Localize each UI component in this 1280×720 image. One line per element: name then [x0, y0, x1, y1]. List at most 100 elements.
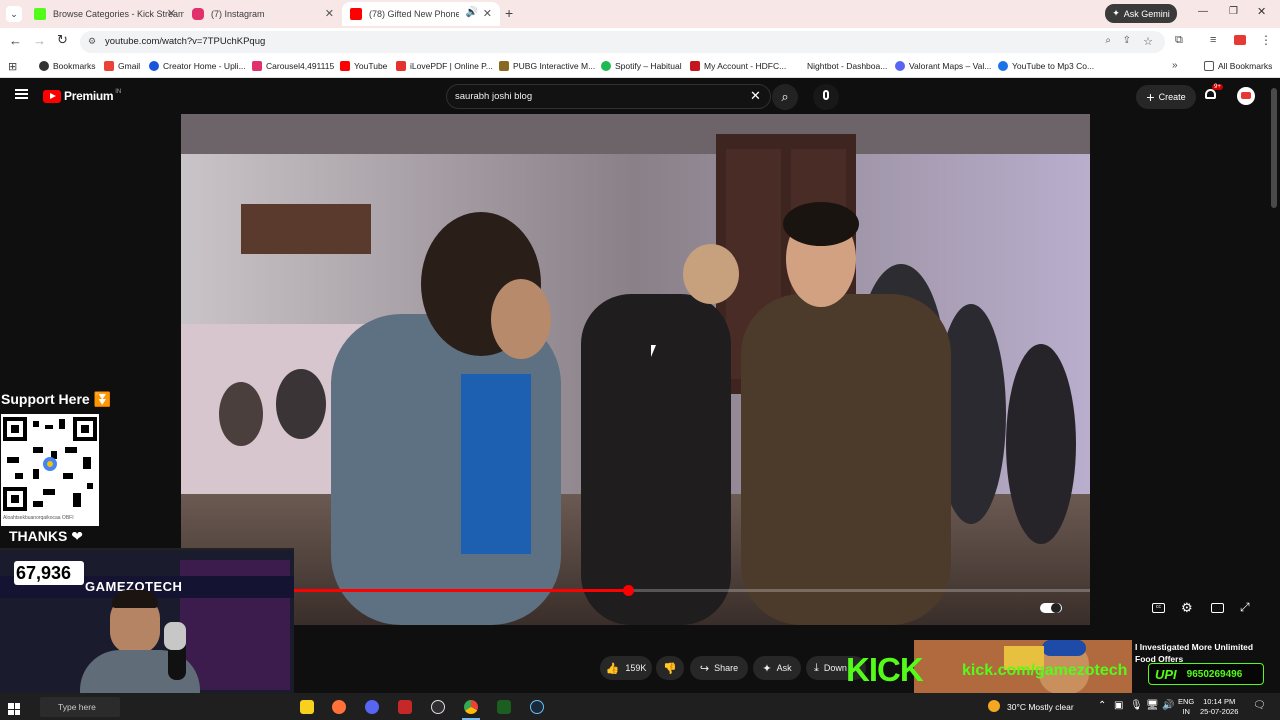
- firefox-icon[interactable]: [332, 700, 346, 714]
- like-button[interactable]: 👍 159K: [600, 656, 652, 680]
- youtube-header: Premium IN saurabh joshi blog ✕ ⌕ + Crea…: [0, 79, 1280, 115]
- window-close-button[interactable]: ✕: [1257, 5, 1266, 18]
- dislike-button[interactable]: 👎: [656, 656, 684, 680]
- all-bookmarks-folder[interactable]: All Bookmarks: [1204, 61, 1272, 71]
- url-text[interactable]: youtube.com/watch?v=7TPUchKPqug: [105, 36, 265, 47]
- bookmark-item[interactable]: Creator Home - Upli...: [149, 61, 246, 71]
- settings-gear-icon[interactable]: ⚙: [1181, 600, 1193, 616]
- network-icon[interactable]: 🖥: [1146, 700, 1159, 711]
- ask-button[interactable]: ✦ Ask: [753, 656, 801, 680]
- avatar[interactable]: [1237, 87, 1255, 105]
- folder-icon: [1204, 61, 1214, 71]
- weather-icon[interactable]: [988, 700, 1000, 712]
- volume-icon[interactable]: 🔊: [1162, 700, 1174, 711]
- tray-app-icon[interactable]: ▣: [1114, 700, 1123, 711]
- autoplay-toggle[interactable]: [1040, 603, 1062, 613]
- close-icon[interactable]: ✕: [325, 7, 334, 20]
- bookmark-star-icon[interactable]: ☆: [1143, 35, 1153, 48]
- bookmark-item[interactable]: iLovePDF | Online P...: [396, 61, 493, 71]
- minimize-button[interactable]: —: [1198, 6, 1208, 17]
- tray-mic-icon[interactable]: 🎙: [1130, 700, 1143, 711]
- create-button[interactable]: + Create: [1136, 85, 1196, 109]
- menu-icon[interactable]: ⋮: [1260, 33, 1272, 47]
- valorant-icon: [895, 61, 905, 71]
- progress-bar-track[interactable]: [293, 585, 1090, 596]
- taskbar-search-box[interactable]: Type here: [40, 697, 120, 717]
- bookmark-label: Valorant Maps – Val...: [909, 61, 992, 71]
- bookmark-item[interactable]: YouTube: [340, 61, 387, 71]
- extensions-icon[interactable]: ⧉: [1175, 34, 1183, 47]
- reload-icon[interactable]: ↻: [57, 32, 68, 48]
- back-icon[interactable]: ←: [9, 33, 22, 48]
- site-info-icon[interactable]: ⚙: [88, 36, 96, 47]
- heart-icon: ❤: [71, 528, 83, 544]
- hamburger-menu-icon[interactable]: [15, 89, 28, 99]
- bookmark-item[interactable]: Bookmarks: [39, 61, 96, 71]
- more-bookmarks-icon[interactable]: »: [1172, 60, 1178, 71]
- install-icon[interactable]: ⇪: [1123, 35, 1131, 46]
- notification-center-icon[interactable]: 🗨: [1253, 700, 1266, 711]
- clear-search-icon[interactable]: ✕: [750, 88, 761, 104]
- double-chevron-down-icon: ⏬: [93, 391, 112, 407]
- search-box[interactable]: saurabh joshi blog: [446, 84, 771, 109]
- thanks-label: THANKS ❤: [9, 528, 83, 545]
- windows-start-icon[interactable]: [8, 703, 20, 715]
- apps-grid-icon[interactable]: ⊞: [8, 60, 17, 73]
- steam-icon[interactable]: [530, 700, 544, 714]
- obs-icon[interactable]: [431, 700, 445, 714]
- new-tab-button[interactable]: +: [505, 5, 513, 21]
- bookmark-item[interactable]: Spotify – Habitual: [601, 61, 682, 71]
- chrome-icon[interactable]: [464, 700, 478, 714]
- search-icon[interactable]: ⌕: [772, 84, 798, 110]
- windows-taskbar: [0, 693, 1280, 720]
- forward-icon[interactable]: →: [33, 33, 46, 48]
- restore-button[interactable]: ❐: [1229, 6, 1238, 17]
- tray-chevron-icon[interactable]: ⌃: [1098, 700, 1106, 711]
- language-indicator[interactable]: ENG IN: [1178, 697, 1194, 717]
- bookmark-item[interactable]: Carousel4,491115: [252, 61, 334, 71]
- notifications-bell-icon[interactable]: 9+: [1204, 84, 1223, 101]
- bookmark-item[interactable]: YouTube to Mp3 Co...: [998, 61, 1094, 71]
- page-scrollbar[interactable]: [1271, 88, 1277, 208]
- subtitles-icon[interactable]: cc: [1152, 603, 1165, 613]
- reading-list-icon[interactable]: ≡: [1210, 34, 1216, 46]
- zoom-icon[interactable]: ⌕: [1105, 35, 1111, 46]
- recommended-title[interactable]: I Investigated More Unlimited Food Offer…: [1135, 641, 1275, 665]
- logo-premium-text: Premium: [64, 89, 114, 103]
- fullscreen-icon[interactable]: ⤢: [1240, 600, 1250, 615]
- close-icon[interactable]: ✕: [167, 7, 176, 20]
- ask-gemini-button[interactable]: ✦ Ask Gemini: [1105, 4, 1177, 23]
- discord-icon[interactable]: [365, 700, 379, 714]
- address-bar[interactable]: ⚙ youtube.com/watch?v=7TPUchKPqug ⌕ ⇪ ☆: [80, 31, 1165, 53]
- bookmark-item[interactable]: Valorant Maps – Val...: [895, 61, 991, 71]
- close-icon[interactable]: ✕: [483, 7, 492, 20]
- tab-youtube-video[interactable]: (78) Gifted New Phone To A 🔊 ✕: [342, 2, 500, 26]
- share-icon: ↪: [699, 662, 710, 675]
- bookmark-item[interactable]: Nightbot - Dashboa...: [807, 61, 887, 71]
- bookmark-item[interactable]: PUBG Interactive M...: [499, 61, 595, 71]
- miniplayer-icon[interactable]: [1211, 603, 1224, 613]
- audio-playing-icon[interactable]: 🔊: [466, 7, 478, 18]
- voice-search-icon[interactable]: [813, 84, 839, 110]
- voice-app-icon[interactable]: [398, 700, 412, 714]
- taskbar-search-placeholder[interactable]: Type here: [58, 702, 96, 712]
- share-button[interactable]: ↪ Share: [690, 656, 748, 680]
- tab-title: Browse Categories - Kick Stream: [53, 9, 184, 19]
- sticky-notes-icon[interactable]: [300, 700, 314, 714]
- download-icon: ⤓: [814, 661, 819, 674]
- streaming-app-icon[interactable]: [497, 700, 511, 714]
- video-frame[interactable]: [181, 114, 1090, 625]
- tab-instagram[interactable]: (7) Instagram ✕: [184, 2, 342, 26]
- extension-red-icon[interactable]: [1234, 35, 1246, 45]
- youtube-favicon-icon: [350, 8, 362, 20]
- youtube-logo[interactable]: Premium IN: [43, 89, 121, 103]
- bookmark-label: Gmail: [118, 61, 141, 71]
- weather-text[interactable]: 30°C Mostly clear: [1007, 702, 1074, 712]
- progress-scrubber[interactable]: [622, 585, 634, 596]
- tab-kick[interactable]: Browse Categories - Kick Stream ✕: [26, 2, 184, 26]
- bookmark-item[interactable]: My Account - HDFC...: [690, 61, 786, 71]
- tab-search-icon[interactable]: ⌄: [6, 6, 22, 22]
- clock[interactable]: 10:14 PM 25-07-2026: [1200, 697, 1238, 717]
- search-input[interactable]: saurabh joshi blog: [455, 91, 532, 102]
- bookmark-item[interactable]: Gmail: [104, 61, 140, 71]
